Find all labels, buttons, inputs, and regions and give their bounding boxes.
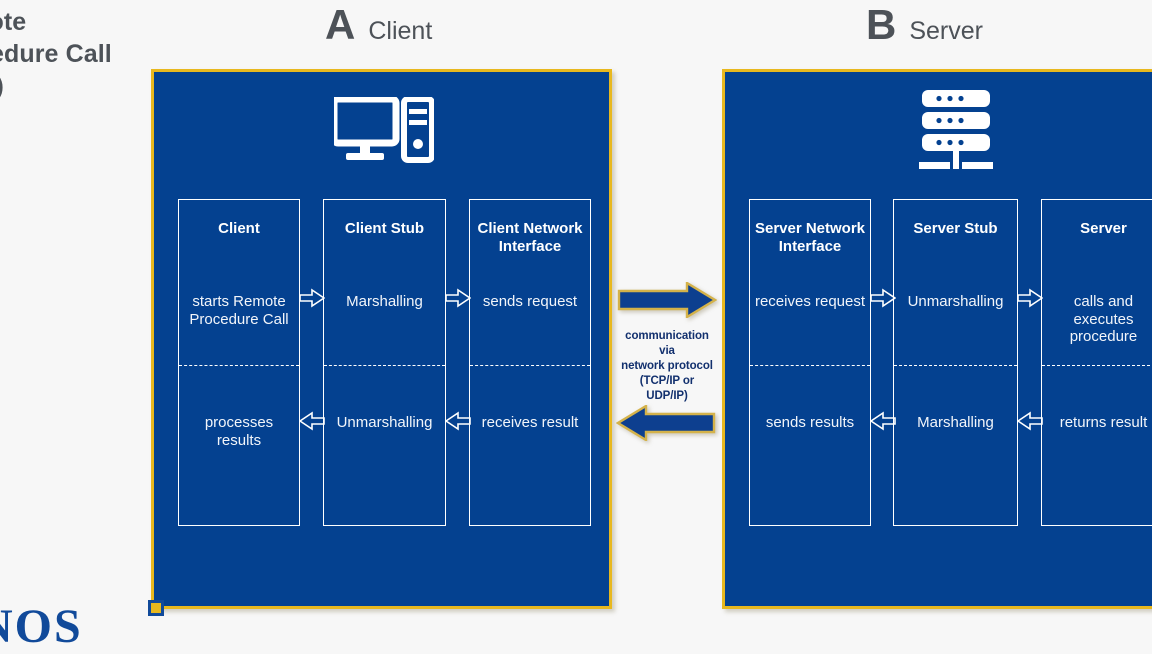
client-stub-upper-text: Marshalling [346, 293, 423, 310]
server-stub-box: Server Stub Unmarshalling Marshalling [893, 199, 1018, 526]
section-letter-b: B [866, 1, 897, 48]
server-network-interface-title: Server Network Interface [754, 220, 866, 256]
server-box-lower-text: returns result [1059, 414, 1148, 431]
client-box-upper-text: starts Remote Procedure Call [189, 293, 289, 328]
server-panel: Server Network Interface receives reques… [722, 69, 1152, 609]
communication-line-4: (TCP/IP or [639, 374, 695, 387]
server-network-interface-lower-text: sends results [765, 414, 855, 431]
server-box-upper-text: calls and executes procedure [1069, 293, 1138, 346]
arrow-right-client-to-stub-icon [299, 288, 325, 308]
client-box-title: Client [218, 220, 260, 237]
server-box-divider [1042, 365, 1152, 366]
arrow-right-stub-to-network-icon [445, 288, 471, 308]
client-network-interface-divider [470, 365, 590, 366]
communication-text: communication via network protocol (TCP/… [613, 329, 721, 404]
communication-block: communication via network protocol (TCP/… [613, 280, 721, 404]
client-box: Client starts Remote Procedure Call proc… [178, 199, 300, 526]
arrow-left-stub-to-client-icon [299, 411, 325, 431]
client-network-interface-lower-text: receives result [481, 414, 579, 431]
arrow-left-server-to-serverstub-icon [1017, 411, 1043, 431]
client-network-interface-box: Client Network Interface sends request r… [469, 199, 591, 526]
request-arrow-right-icon [617, 280, 718, 320]
communication-line-1: communication [625, 330, 709, 342]
client-panel: Client starts Remote Procedure Call proc… [151, 69, 612, 609]
section-label-server: Server [909, 17, 983, 45]
server-stub-upper-text: Unmarshalling [907, 293, 1004, 310]
desktop-computer-icon [334, 97, 434, 163]
section-letter-a: A [325, 1, 356, 48]
communication-line-2: via [659, 344, 675, 357]
brand-logo: NOS [0, 600, 83, 653]
client-stub-title: Client Stub [344, 220, 425, 237]
arrow-left-serverstub-to-network-icon [870, 411, 896, 431]
page-title: Remote Procedure Call (RPC) [0, 8, 112, 100]
server-network-interface-box: Server Network Interface receives reques… [749, 199, 871, 526]
client-network-interface-title: Client Network Interface [477, 220, 583, 256]
server-network-interface-upper-text: receives request [754, 293, 866, 310]
client-stub-lower-text: Unmarshalling [336, 414, 433, 431]
arrow-right-serverstub-to-server-icon [1017, 288, 1043, 308]
server-network-interface-divider [750, 365, 870, 366]
server-box-title: Server [1080, 220, 1127, 237]
communication-line-5: UDP/IP) [646, 389, 688, 402]
client-network-interface-upper-text: sends request [482, 293, 578, 310]
arrow-left-network-to-stub-icon [445, 411, 471, 431]
section-header-server: B Server [866, 4, 983, 46]
client-box-divider [179, 365, 299, 366]
server-stub-divider [894, 365, 1017, 366]
client-stub-divider [324, 365, 445, 366]
communication-line-3: network protocol [621, 359, 713, 372]
arrow-right-network-to-serverstub-icon [870, 288, 896, 308]
response-arrow-left-icon [616, 405, 716, 441]
server-stub-title: Server Stub [913, 220, 998, 237]
brand-logo-mark [148, 600, 164, 616]
server-box: Server calls and executes procedure retu… [1041, 199, 1152, 526]
section-header-client: A Client [325, 4, 432, 46]
client-box-lower-text: processes results [204, 414, 274, 449]
server-stub-lower-text: Marshalling [917, 414, 994, 431]
client-stub-box: Client Stub Marshalling Unmarshalling [323, 199, 446, 526]
server-rack-icon [919, 90, 993, 169]
section-label-client: Client [368, 17, 433, 45]
